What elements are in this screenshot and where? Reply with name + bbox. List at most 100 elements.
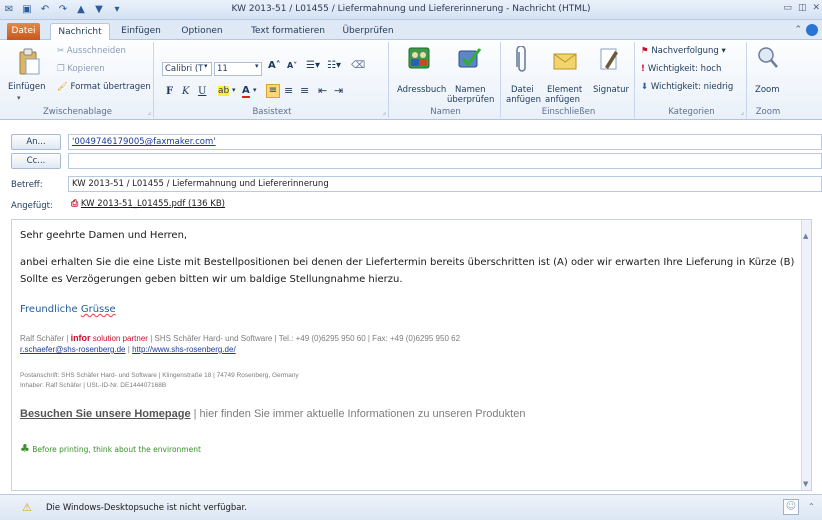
group-label: Kategorien — [668, 107, 715, 117]
check-names-icon — [458, 48, 482, 68]
sig-email-link[interactable]: r.schaefer@shs-rosenberg.de — [20, 345, 126, 354]
subject-label: Betreff: — [11, 180, 43, 190]
align-right-icon[interactable]: ≡ — [300, 84, 309, 97]
tab-options[interactable]: Optionen — [174, 22, 230, 40]
group-zoom: Zoom Zoom — [749, 42, 787, 118]
eco-line: ♣ Before printing, think about the envir… — [20, 442, 201, 455]
check-names-line2[interactable]: überprüfen — [447, 95, 494, 105]
cut-button[interactable]: ✂ Ausschneiden — [57, 46, 126, 56]
homepage-link[interactable]: Besuchen Sie unsere Homepage — [20, 408, 191, 420]
paste-button[interactable]: Einfügen — [8, 82, 46, 92]
flag-icon: ⚑ — [641, 46, 652, 56]
align-left-icon[interactable]: ≡ — [266, 84, 280, 98]
minimize-icon[interactable]: ▭ — [783, 3, 792, 13]
align-center-icon[interactable]: ≡ — [284, 84, 293, 97]
signature-postal: Postanschrift: SHS Schäfer Hard- und Sof… — [20, 372, 299, 379]
subject-field[interactable]: KW 2013-51 / L01455 / Liefermahnung und … — [68, 176, 822, 192]
ribbon: Einfügen ▾ ✂ Ausschneiden ❐ Kopieren 🖌 F… — [0, 40, 822, 120]
attach-item-icon — [553, 53, 577, 70]
minimize-ribbon-icon[interactable]: ⌃ — [794, 25, 802, 35]
clear-format-icon[interactable]: ⌫ — [351, 60, 365, 71]
tab-message[interactable]: Nachricht — [50, 23, 110, 41]
attach-item-line1[interactable]: Element — [547, 85, 582, 95]
attachment-file[interactable]: KW 2013-51_L01455.pdf (136 KB) — [81, 199, 225, 209]
importance-high-button[interactable]: ! Wichtigkeit: hoch — [641, 64, 721, 74]
tab-review[interactable]: Überprüfen — [338, 22, 398, 40]
body-line1: anbei erhalten Sie die eine Liste mit Be… — [20, 257, 795, 268]
title-bar: ✉ ▣ ↶ ↷ ▲ ▼ ▾ KW 2013-51 / L01455 / Lief… — [0, 0, 822, 20]
attach-file-line1[interactable]: Datei — [511, 85, 534, 95]
cc-button[interactable]: Cc... — [11, 153, 61, 169]
scroll-down-icon[interactable]: ▼ — [803, 480, 808, 488]
dialog-launcher-icon[interactable]: ⌟ — [148, 108, 151, 116]
ribbon-tabs: Datei Nachricht Einfügen Optionen Text f… — [0, 20, 822, 41]
highlight-dropdown-icon[interactable]: ▾ — [232, 86, 236, 94]
highlight-icon[interactable]: ab — [218, 86, 230, 96]
outlook-message-window: ✉ ▣ ↶ ↷ ▲ ▼ ▾ KW 2013-51 / L01455 / Lief… — [0, 0, 822, 520]
grow-font-icon[interactable]: A˄ — [268, 60, 281, 71]
sig-web-link[interactable]: http://www.shs-rosenberg.de/ — [132, 345, 236, 354]
close-icon[interactable]: ✕ — [812, 3, 820, 13]
dialog-launcher-icon[interactable]: ⌟ — [383, 108, 386, 116]
expand-people-pane-icon[interactable]: ⌃ — [808, 502, 815, 511]
scroll-up-icon[interactable]: ▲ — [803, 232, 808, 240]
sig-rest: | SHS Schäfer Hard- und Software | Tel.:… — [150, 334, 461, 343]
increase-indent-icon[interactable]: ⇥ — [334, 84, 343, 97]
numbering-icon[interactable]: ☷▾ — [327, 60, 341, 71]
cc-field[interactable] — [68, 153, 822, 169]
tab-insert[interactable]: Einfügen — [118, 22, 164, 40]
cut-icon: ✂ — [57, 46, 67, 56]
magnifier-icon — [758, 47, 778, 68]
size-dropdown-icon[interactable]: ▾ — [255, 62, 259, 70]
group-tags: ⚑ Nachverfolgung ▾ ! Wichtigkeit: hoch ⬇… — [637, 42, 747, 118]
attach-item-line2[interactable]: anfügen — [545, 95, 580, 105]
format-painter-label: Format übertragen — [70, 82, 151, 92]
format-painter-icon: 🖌 — [57, 82, 71, 92]
message-body[interactable]: Sehr geehrte Damen und Herren, anbei erh… — [11, 219, 812, 491]
body-scrollbar[interactable]: ▲ ▼ — [801, 220, 811, 490]
group-include: Datei anfügen Element anfügen Signatur E… — [503, 42, 635, 118]
bullets-icon[interactable]: ☰▾ — [306, 60, 320, 71]
tab-file[interactable]: Datei — [7, 23, 40, 40]
format-painter-button[interactable]: 🖌 Format übertragen — [57, 82, 151, 92]
decrease-indent-icon[interactable]: ⇤ — [318, 84, 327, 97]
to-button[interactable]: An... — [11, 134, 61, 150]
zoom-button[interactable]: Zoom — [755, 85, 780, 95]
closing-word2: Grüsse — [80, 304, 116, 315]
importance-low-button[interactable]: ⬇ Wichtigkeit: niedrig — [641, 82, 733, 92]
paste-dropdown-icon[interactable]: ▾ — [17, 94, 21, 102]
signature-button[interactable]: Signatur — [593, 85, 629, 95]
attach-file-line2[interactable]: anfügen — [506, 95, 541, 105]
dialog-launcher-icon[interactable]: ⌟ — [741, 108, 744, 116]
copy-button[interactable]: ❐ Kopieren — [57, 64, 105, 74]
font-color-icon[interactable]: A — [242, 85, 250, 98]
underline-icon[interactable]: U — [198, 86, 206, 97]
to-field[interactable]: '0049746179005@faxmaker.com' — [68, 134, 822, 150]
people-pane-icon[interactable]: ☺ — [783, 499, 799, 515]
followup-button[interactable]: ⚑ Nachverfolgung ▾ — [641, 46, 726, 56]
copy-icon: ❐ — [57, 64, 68, 74]
restore-icon[interactable]: ◫ — [798, 3, 807, 13]
help-icon[interactable] — [806, 24, 818, 36]
font-dropdown-icon[interactable]: ▾ — [204, 62, 208, 70]
body-closing: Freundliche Grüsse — [20, 304, 116, 315]
tab-format-text[interactable]: Text formatieren — [246, 22, 330, 40]
paperclip-icon — [516, 46, 526, 72]
window-title: KW 2013-51 / L01455 / Liefermahnung und … — [231, 4, 591, 14]
down-arrow-icon: ⬇ — [641, 82, 651, 92]
signature-icon — [600, 48, 618, 70]
addressbook-button[interactable]: Adressbuch — [397, 85, 446, 95]
signature-owner: Inhaber: Ralf Schäfer | USt.-ID-Nr. DE14… — [20, 382, 167, 389]
homepage-rest: | hier finden Sie immer aktuelle Informa… — [193, 408, 526, 420]
followup-dropdown-icon: ▾ — [718, 46, 726, 56]
font-color-dropdown-icon[interactable]: ▾ — [253, 86, 257, 94]
shrink-font-icon[interactable]: A˅ — [287, 61, 297, 70]
cut-label: Ausschneiden — [66, 46, 126, 56]
italic-icon[interactable]: K — [182, 86, 189, 97]
to-recipient[interactable]: '0049746179005@faxmaker.com' — [72, 137, 216, 147]
bold-icon[interactable]: F — [166, 86, 173, 97]
check-names-line1[interactable]: Namen — [455, 85, 485, 95]
importance-low-label: Wichtigkeit: niedrig — [650, 82, 734, 92]
group-clipboard: Einfügen ▾ ✂ Ausschneiden ❐ Kopieren 🖌 F… — [2, 42, 154, 118]
group-basic-text: Calibri (T ▾ 11 ▾ A˄ A˅ ☰▾ ☷▾ ⌫ F K U ab… — [156, 42, 389, 118]
